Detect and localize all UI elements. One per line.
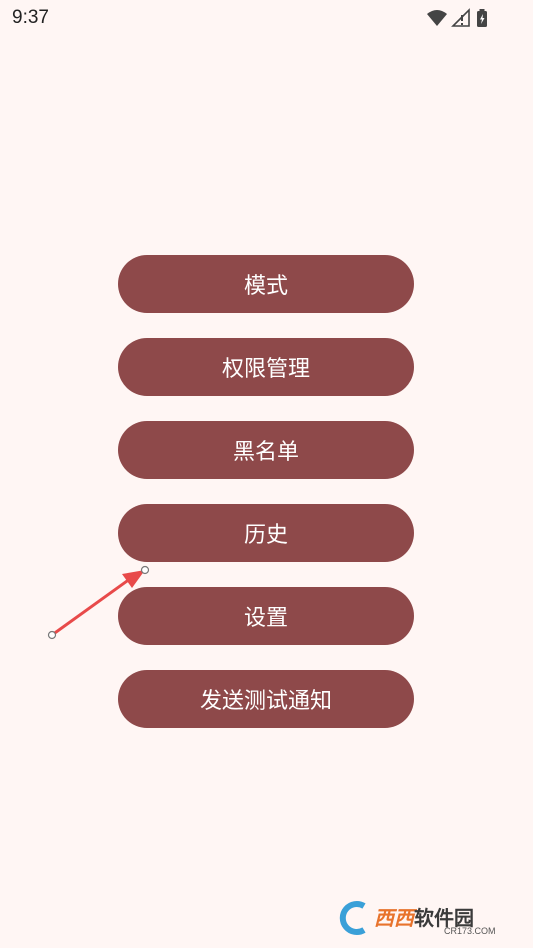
mode-button[interactable]: 模式 [118, 255, 414, 313]
history-button[interactable]: 历史 [118, 504, 414, 562]
status-bar: 9:37 [0, 0, 533, 36]
watermark: 西西 软件园 CR173.COM [334, 898, 516, 940]
status-time: 9:37 [12, 7, 49, 28]
send-test-notification-button[interactable]: 发送测试通知 [118, 670, 414, 728]
watermark-sub: CR173.COM [444, 926, 496, 936]
watermark-logo: 西西 [374, 906, 414, 930]
settings-button[interactable]: 设置 [118, 587, 414, 645]
battery-icon [477, 9, 487, 27]
status-icons [427, 8, 487, 27]
main-menu: 模式 权限管理 黑名单 历史 设置 发送测试通知 [118, 255, 414, 753]
permission-management-button[interactable]: 权限管理 [118, 338, 414, 396]
watermark-logo-icon [339, 901, 366, 935]
blacklist-button[interactable]: 黑名单 [118, 421, 414, 479]
wifi-icon [427, 10, 447, 26]
cellular-signal-icon [451, 8, 470, 27]
